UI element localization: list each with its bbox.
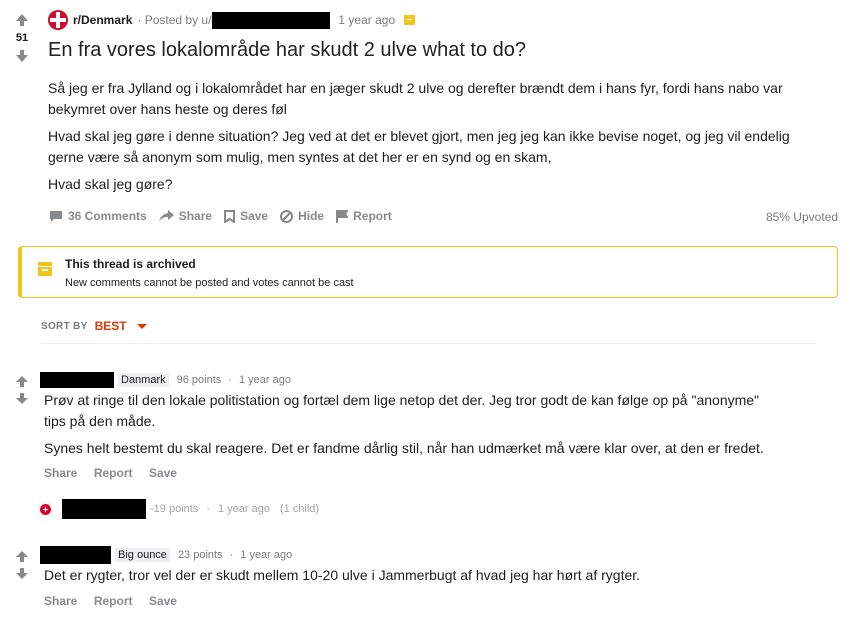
comment-header: Big ounce 23 points · 1 year ago [40,546,292,564]
subreddit-link[interactable]: r/Denmark [73,13,132,27]
comments-label: 36 Comments [68,209,147,223]
child-count: (1 child) [279,503,320,515]
posted-by-label: · Posted by u/ [137,13,212,27]
comment-vote [16,376,30,404]
report-button[interactable]: Report [94,466,133,480]
save-label: Save [240,209,269,223]
chevron-down-icon[interactable] [136,323,147,329]
archive-text: New comments cannot be posted and votes … [65,277,354,289]
downvote-icon[interactable] [16,393,30,404]
save-button[interactable]: Save [149,466,177,480]
divider [41,343,816,344]
comment-actions: Share Report Save [44,464,189,482]
report-label: Report [353,209,392,223]
meta-separator: · [206,503,210,515]
sort-label: SORT BY [41,320,88,332]
user-flair: Big ounce [115,548,170,562]
archive-icon [38,262,52,276]
collapsed-comment[interactable]: -19 points · 1 year ago (1 child) [62,499,319,519]
post-actions: 36 Comments Share Save Hide Report [49,208,404,224]
post-paragraph: Hvad skal jeg gøre i denne situation? Je… [48,128,790,165]
comment-points: 96 points [176,374,222,386]
comment-age: 1 year ago [240,549,293,561]
comment-age: 1 year ago [217,503,270,515]
comments-button[interactable]: 36 Comments [49,209,147,223]
archive-title: This thread is archived [65,257,196,271]
comment-vote [16,551,30,579]
downvote-icon[interactable] [16,568,30,579]
archive-notice: This thread is archived New comments can… [18,246,838,298]
subreddit-icon[interactable] [48,10,68,30]
upvote-ratio: 85% Upvoted [765,210,838,224]
upvote-icon[interactable] [16,376,30,387]
share-label: Share [178,209,213,223]
report-button[interactable]: Report [94,594,133,608]
comment-points: -19 points [150,503,199,515]
redacted-username [212,11,331,29]
comment-paragraph: Det er rygter, tror vel der er skudt mel… [44,567,641,583]
post-body: Så jeg er fra Jylland og i lokalområdet … [48,78,818,195]
post-age: 1 year ago [338,13,396,27]
hide-icon [280,209,294,223]
save-button[interactable]: Save [149,594,177,608]
hide-button[interactable]: Hide [280,209,324,223]
comment-paragraph: Synes helt bestemt du skal reagere. Det … [44,440,764,456]
redacted-username [62,499,146,519]
comment-body: Prøv at ringe til den lokale politistati… [44,390,784,459]
meta-separator: · [229,549,234,561]
redacted-username [40,372,114,388]
comment-body: Det er rygter, tror vel der er skudt mel… [44,565,784,586]
upvote-icon[interactable] [12,14,32,26]
save-button[interactable]: Save [224,209,268,223]
flag-icon [336,209,349,223]
comment-icon [50,210,62,222]
meta-separator: · [228,374,232,386]
upvote-icon[interactable] [16,551,30,562]
sort-control[interactable]: SORT BY BEST [41,319,147,333]
expand-icon[interactable] [40,504,51,515]
comment-actions: Share Report Save [44,592,189,610]
share-button[interactable]: Share [44,466,77,480]
archived-icon [404,15,416,25]
post-vote-column: 51 [12,14,32,62]
post-title[interactable]: En fra vores lokalområde har skudt 2 ulv… [48,39,526,62]
comment-age: 1 year ago [238,374,291,386]
comment-header: Danmark 96 points · 1 year ago [40,372,291,388]
share-button[interactable]: Share [44,594,77,608]
user-flair: Danmark [118,373,169,387]
share-icon [158,210,174,222]
hide-label: Hide [298,209,325,223]
report-button[interactable]: Report [336,209,392,223]
post-score: 51 [15,32,29,44]
post-paragraph: Hvad skal jeg gøre? [48,176,173,192]
comment-points: 23 points [177,549,223,561]
post-paragraph: Så jeg er fra Jylland og i lokalområdet … [48,80,783,117]
redacted-username [40,546,111,564]
bookmark-icon [224,209,236,223]
post-header: r/Denmark · Posted by u/ 1 year ago [48,10,416,30]
comment-paragraph: Prøv at ringe til den lokale politistati… [44,392,760,429]
sort-value[interactable]: BEST [95,319,127,333]
downvote-icon[interactable] [12,50,32,62]
share-button[interactable]: Share [158,209,213,223]
